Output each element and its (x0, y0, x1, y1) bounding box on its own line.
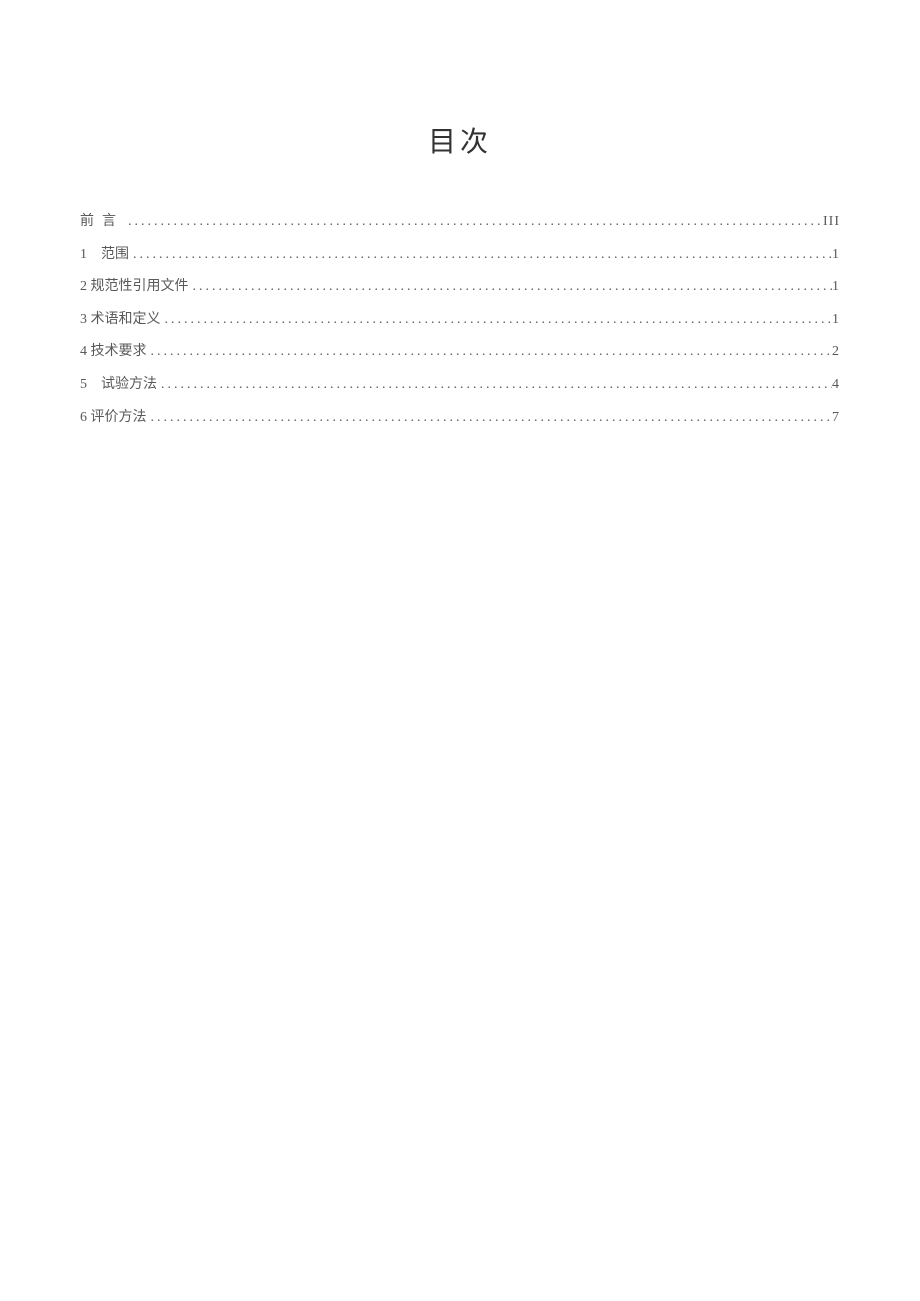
toc-entry-page: 7 (832, 408, 840, 428)
toc-leader-dots (129, 245, 832, 265)
toc-entry-page: 1 (832, 245, 840, 265)
toc-entry-number: 6 (80, 408, 87, 428)
toc-entry-number: 1 (80, 245, 87, 265)
toc-entry-text: 范围 (101, 245, 129, 265)
toc-leader-dots (189, 277, 833, 297)
toc-entry: 5 试验方法 4 (80, 375, 840, 395)
toc-entry-label: 前言 (80, 212, 124, 232)
table-of-contents: 前言III1范围12 规范性引用文件13 术语和定义14 技术要求25试验方法4… (80, 212, 840, 427)
toc-entry: 4 技术要求 2 (80, 342, 840, 362)
toc-title: 目次 (80, 120, 840, 160)
toc-entry-page: III (823, 212, 840, 232)
toc-entry-text: 试验方法 (101, 375, 157, 395)
toc-leader-dots (147, 342, 833, 362)
toc-leader-dots (157, 375, 832, 395)
toc-entry-text: 规范性引用文件 (91, 277, 189, 297)
toc-entry-text: 技术要求 (91, 342, 147, 362)
toc-entry-number: 3 (80, 310, 87, 330)
toc-entry-label: 1 范围 (80, 245, 129, 265)
toc-entry-label: 2 规范性引用文件 (80, 277, 189, 297)
toc-leader-dots (161, 310, 833, 330)
toc-entry-label: 4 技术要求 (80, 342, 147, 362)
toc-entry: 3 术语和定义 1 (80, 310, 840, 330)
toc-entry: 前言 III (80, 212, 840, 232)
document-page: 目次 前言III1范围12 规范性引用文件13 术语和定义14 技术要求25试验… (0, 0, 920, 427)
toc-entry-label: 5 试验方法 (80, 375, 157, 395)
toc-entry-number: 5 (80, 375, 87, 395)
toc-entry-number: 2 (80, 277, 87, 297)
toc-entry-page: 2 (832, 342, 840, 362)
toc-entry-page: 1 (832, 277, 840, 297)
toc-entry: 6 评价方法 7 (80, 408, 840, 428)
toc-entry-page: 4 (832, 375, 840, 395)
toc-entry-text: 术语和定义 (91, 310, 161, 330)
toc-entry: 1 范围 1 (80, 245, 840, 265)
toc-entry-text: 评价方法 (91, 408, 147, 428)
toc-entry-text: 前言 (80, 212, 124, 232)
toc-leader-dots (124, 212, 823, 232)
toc-entry-label: 6 评价方法 (80, 408, 147, 428)
toc-entry-label: 3 术语和定义 (80, 310, 161, 330)
toc-entry: 2 规范性引用文件 1 (80, 277, 840, 297)
toc-entry-number: 4 (80, 342, 87, 362)
toc-leader-dots (147, 408, 833, 428)
toc-entry-page: 1 (832, 310, 840, 330)
